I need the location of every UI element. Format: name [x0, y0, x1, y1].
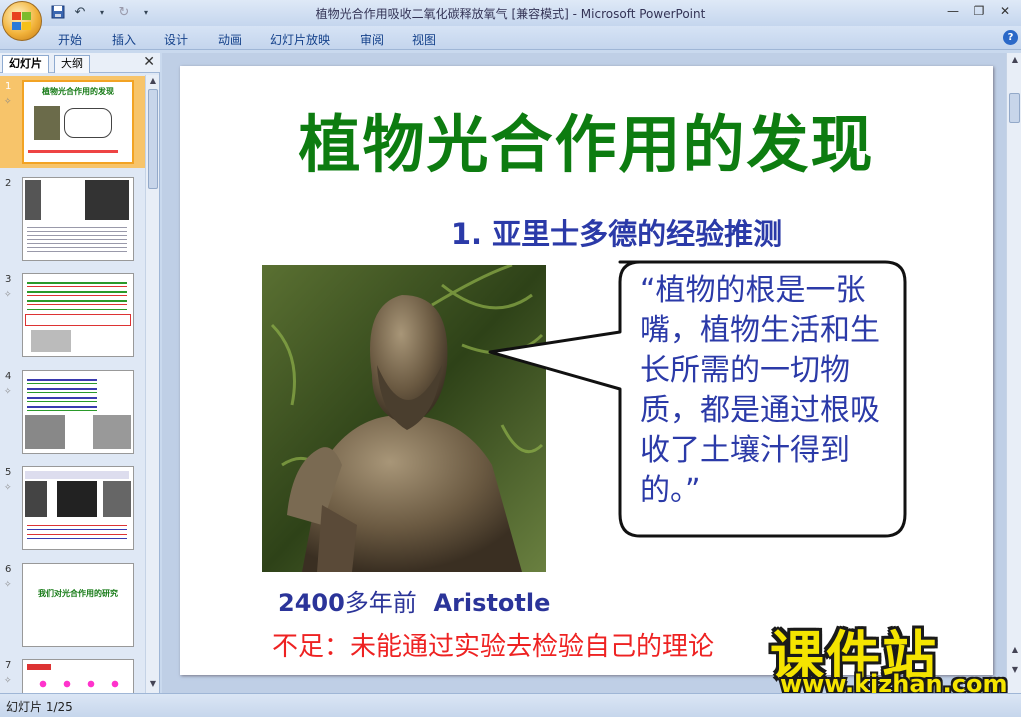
- thumb-number: 2: [5, 178, 12, 189]
- thumb-photo: [34, 106, 60, 140]
- thumb-number: 4: [5, 371, 12, 382]
- animation-star-icon: ✧: [4, 290, 12, 300]
- thumb-text-lines: [27, 278, 127, 310]
- slide-counter: 幻灯片 1/25: [6, 700, 73, 714]
- slide-scrollbar[interactable]: ▲ ▲ ▼: [1006, 53, 1021, 693]
- tab-slides[interactable]: 幻灯片: [2, 55, 49, 73]
- shortcoming-note[interactable]: 不足：未能通过实验去检验自己的理论: [272, 626, 772, 663]
- ribbon-tabs: 开始 插入 设计 动画 幻灯片放映 审阅 视图 ?: [0, 26, 1021, 50]
- photo-caption: 2400多年前 Aristotle: [278, 583, 550, 618]
- animation-star-icon: ✧: [4, 676, 12, 686]
- help-icon[interactable]: ?: [1003, 30, 1018, 45]
- thumb-text-lines: [25, 471, 129, 479]
- thumb-number: 5: [5, 467, 12, 478]
- caption-name: Aristotle: [433, 589, 551, 617]
- tab-insert[interactable]: 插入: [112, 31, 136, 48]
- thumb-photo: [25, 415, 65, 449]
- restore-icon[interactable]: ❐: [967, 2, 991, 20]
- thumbnail-slide-4[interactable]: [22, 370, 134, 454]
- office-button[interactable]: [2, 1, 42, 41]
- thumb-text-lines: [27, 224, 127, 252]
- slide-canvas: 植物光合作用的发现 1. 亚里士多德的经验推测 2400多年前 Aristotl…: [162, 53, 1006, 693]
- thumb-redline: [28, 150, 118, 153]
- close-icon[interactable]: ✕: [993, 2, 1017, 20]
- thumb-box: [25, 314, 131, 326]
- scrollbar-thumb[interactable]: [148, 89, 158, 189]
- caption-year: 2400: [278, 589, 345, 617]
- caption-mid: 多年前: [344, 589, 417, 617]
- prev-slide-icon[interactable]: ▲: [1009, 645, 1021, 657]
- speech-bubble-text: “植物的根是一张嘴，植物生活和生长所需的一切物质，都是通过根吸收了土壤汁得到的。…: [640, 273, 880, 508]
- thumbnail-slide-5[interactable]: [22, 466, 134, 550]
- thumbnail-slide-6[interactable]: 我们对光合作用的研究: [22, 563, 134, 647]
- title-bar: ↶ ▾ ↻ ▾ 植物光合作用吸收二氧化碳释放氧气 [兼容模式] - Micros…: [0, 0, 1021, 26]
- tab-slideshow[interactable]: 幻灯片放映: [270, 31, 330, 48]
- next-slide-icon[interactable]: ▼: [1009, 665, 1021, 677]
- tab-home[interactable]: 开始: [58, 31, 82, 48]
- scroll-down-icon[interactable]: ▼: [147, 679, 159, 691]
- thumb-text-lines: [27, 521, 127, 543]
- thumb-photo: [31, 330, 71, 352]
- animation-star-icon: ✧: [4, 387, 12, 397]
- tab-animation[interactable]: 动画: [218, 31, 242, 48]
- slides-panel: 幻灯片 大纲 ✕ 1 ✧ 植物光合作用的发现 2 3 ✧ 4 ✧ 5 ✧ 6 ✧…: [0, 53, 160, 693]
- tab-outline[interactable]: 大纲: [54, 55, 90, 73]
- minimize-icon[interactable]: —: [941, 2, 965, 20]
- close-panel-icon[interactable]: ✕: [143, 54, 155, 70]
- thumb-photo: [57, 481, 97, 517]
- thumb-photo: [93, 415, 131, 449]
- thumb-title: 植物光合作用的发现: [42, 87, 114, 96]
- panel-tabs: 幻灯片 大纲 ✕: [0, 53, 160, 73]
- scroll-up-icon[interactable]: ▲: [1009, 55, 1021, 67]
- scroll-up-icon[interactable]: ▲: [147, 76, 159, 88]
- status-bar: 幻灯片 1/25: [0, 693, 1021, 717]
- thumbnail-slide-3[interactable]: [22, 273, 134, 357]
- tab-view[interactable]: 视图: [412, 31, 436, 48]
- window-controls: — ❐ ✕: [941, 2, 1017, 20]
- thumb-photo: [25, 481, 47, 517]
- animation-star-icon: ✧: [4, 580, 12, 590]
- watermark: 课件站 www.kjzhan.com: [770, 612, 1010, 702]
- thumb-text-lines: [27, 375, 97, 411]
- thumb-text-lines: [27, 664, 51, 670]
- window-title: 植物光合作用吸收二氧化碳释放氧气 [兼容模式] - Microsoft Powe…: [315, 7, 706, 21]
- thumbnail-list: 1 ✧ 植物光合作用的发现 2 3 ✧ 4 ✧ 5 ✧ 6 ✧ 我们对光合作用的…: [0, 75, 145, 693]
- scrollbar-thumb[interactable]: [1009, 93, 1020, 123]
- panel-scrollbar[interactable]: ▲ ▼: [145, 75, 159, 693]
- office-logo-icon: [12, 12, 32, 30]
- thumbnail-slide-1[interactable]: 植物光合作用的发现: [22, 80, 134, 164]
- thumb-number: 1: [5, 81, 12, 92]
- thumb-bubble: [64, 108, 112, 138]
- animation-star-icon: ✧: [4, 97, 12, 107]
- thumbnail-slide-2[interactable]: [22, 177, 134, 261]
- slide[interactable]: 植物光合作用的发现 1. 亚里士多德的经验推测 2400多年前 Aristotl…: [180, 66, 993, 675]
- thumb-photo: [25, 180, 41, 220]
- thumb-diagram: [31, 674, 125, 693]
- thumb-number: 6: [5, 564, 12, 575]
- animation-star-icon: ✧: [4, 483, 12, 493]
- thumb-number: 7: [5, 660, 12, 671]
- thumb-number: 3: [5, 274, 12, 285]
- tab-review[interactable]: 审阅: [360, 31, 384, 48]
- tab-design[interactable]: 设计: [164, 31, 188, 48]
- thumbnail-slide-7[interactable]: [22, 659, 134, 693]
- thumb-photo: [103, 481, 131, 517]
- thumb-photo: [85, 180, 129, 220]
- thumb-title: 我们对光合作用的研究: [38, 589, 118, 598]
- slide-title[interactable]: 植物光合作用的发现: [180, 94, 993, 184]
- slide-subtitle[interactable]: 1. 亚里士多德的经验推测: [180, 211, 993, 253]
